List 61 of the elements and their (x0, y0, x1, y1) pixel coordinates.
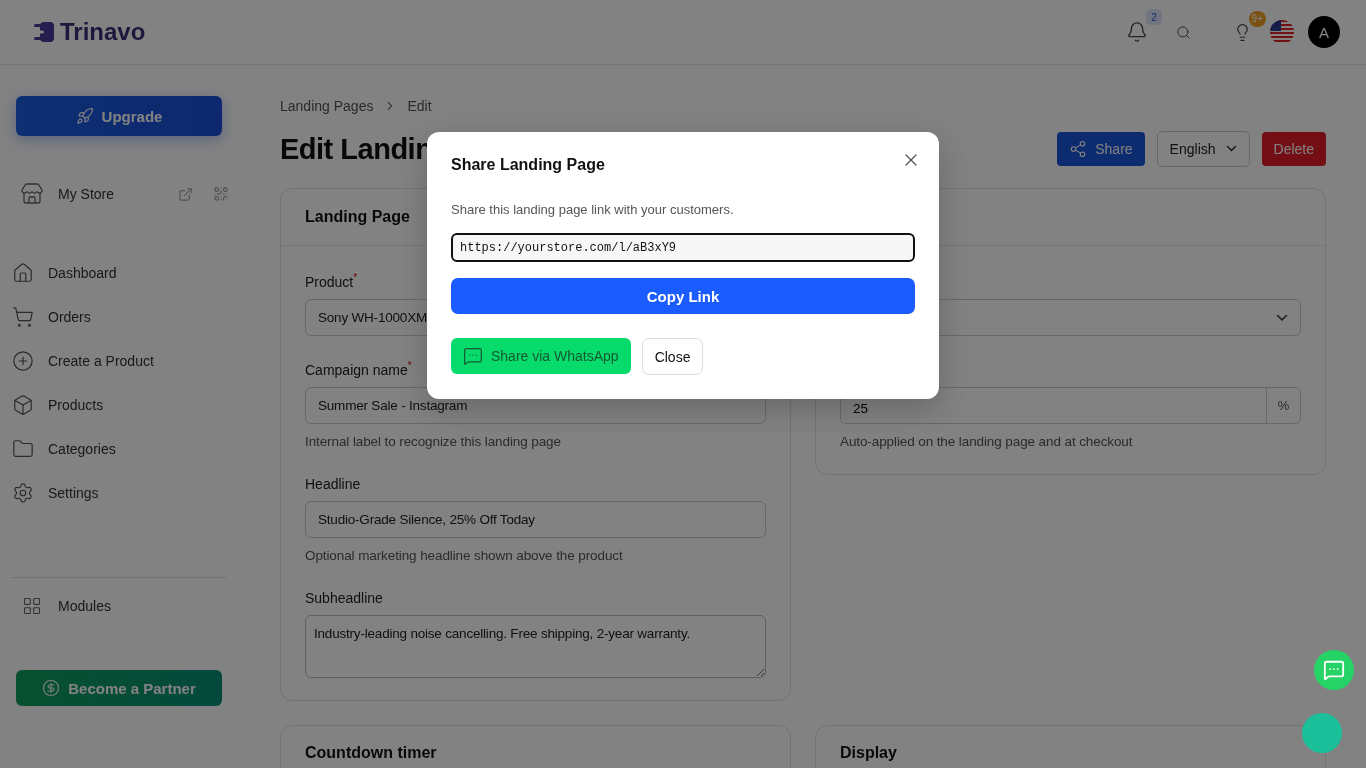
partner-button[interactable]: Become a Partner (16, 670, 222, 706)
nav-icon (12, 350, 34, 372)
logo-text: Trinavo (60, 18, 146, 46)
field-label: Headline (305, 476, 362, 492)
whatsapp-button[interactable] (1314, 650, 1354, 690)
dialog-description: Share this landing page link with your customers. (451, 202, 735, 217)
chevron-down-icon (1225, 146, 1237, 152)
upgrade-button[interactable]: Upgrade (16, 96, 222, 136)
share-button[interactable]: Share (1057, 132, 1145, 166)
dialog-title: Share Landing Page (451, 156, 605, 174)
percent-suffix: % (1266, 388, 1300, 423)
whatsapp-share-button[interactable]: Share via WhatsApp (451, 338, 631, 374)
nav-item[interactable]: Products (12, 383, 226, 427)
link-field[interactable]: https://yourstore.com/l/aB3xY9 (451, 233, 915, 262)
nav-icon (12, 262, 34, 284)
text-field[interactable]: Studio-Grade Silence, 25% Off Today (305, 501, 766, 538)
nav-icon (12, 482, 34, 504)
nav-item[interactable]: Orders (12, 295, 226, 339)
required-mark: * (407, 360, 412, 372)
subheadline-field[interactable]: Industry-leading noise cancelling. Free shipping, 2-year warranty. (305, 615, 766, 678)
card-title: Display (840, 744, 898, 762)
nav-item[interactable]: Categories (12, 427, 226, 471)
grid-icon (22, 596, 42, 616)
breadcrumb-current: Edit (407, 98, 432, 114)
copy-link-button[interactable]: Copy Link (451, 278, 915, 314)
nav-icon (12, 438, 34, 460)
help-text: Auto-applied on the landing page and at checkout (840, 434, 1134, 450)
logo-icon (32, 20, 56, 44)
qr-code-icon[interactable] (213, 186, 229, 202)
close-dialog-button[interactable]: Close (641, 338, 704, 375)
external-link-icon[interactable] (178, 186, 193, 202)
bell-icon (1126, 21, 1148, 43)
help-text: Internal label to recognize this landing page (305, 434, 562, 450)
rocket-icon (75, 107, 94, 125)
nav-icon (12, 394, 34, 416)
required-mark: * (353, 272, 358, 284)
search-icon (1176, 24, 1191, 40)
nav-item[interactable]: Create a Product (12, 339, 226, 383)
chat-icon (463, 346, 483, 366)
user-avatar[interactable]: A (1308, 16, 1340, 48)
chat-icon (1323, 659, 1345, 681)
language-select[interactable]: English (1156, 131, 1250, 167)
share-icon (1069, 140, 1088, 158)
notification-badge: 2 (1146, 9, 1162, 25)
nav-item[interactable]: Settings (12, 471, 226, 515)
discount-field[interactable]: 25 % (840, 387, 1301, 424)
card-title: Countdown timer (305, 744, 438, 762)
store-icon (20, 182, 44, 206)
breadcrumb-link[interactable]: Landing Pages (280, 98, 374, 114)
tips-badge: 9+ (1248, 10, 1266, 27)
dollar-icon (42, 679, 61, 697)
help-text: Optional marketing headline shown above the product (305, 548, 624, 564)
store-link[interactable]: My Store (20, 182, 114, 206)
flag-icon[interactable] (1270, 20, 1294, 44)
chevron-down-icon (1276, 314, 1288, 321)
nav-item[interactable]: Dashboard (12, 251, 226, 295)
delete-button[interactable]: Delete (1261, 132, 1326, 166)
modules-link[interactable]: Modules (22, 596, 226, 616)
card-title: Landing Page (305, 208, 410, 226)
nav-icon (12, 306, 34, 328)
field-label: Subheadline (305, 590, 384, 606)
